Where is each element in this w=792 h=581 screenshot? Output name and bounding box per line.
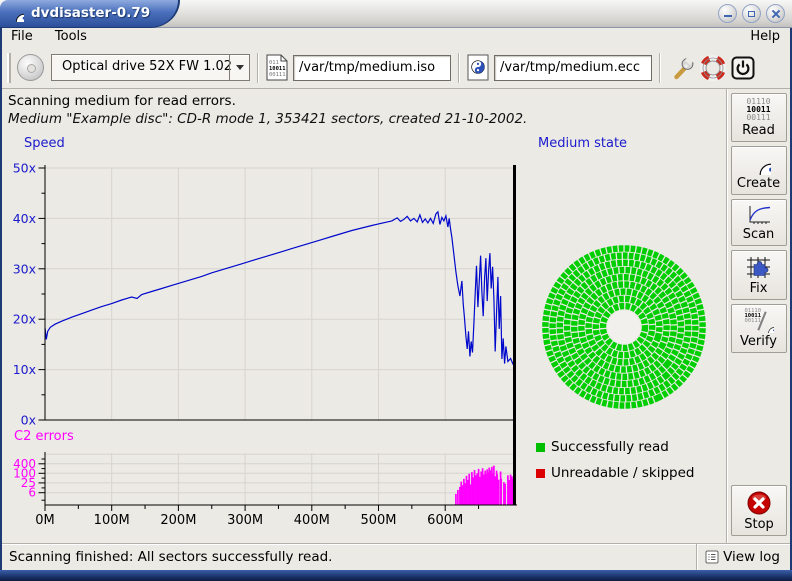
iso-path-input[interactable]	[293, 55, 451, 81]
menu-tools[interactable]: Tools	[46, 28, 96, 45]
minimize-icon	[724, 15, 732, 17]
toolbar-separator	[659, 53, 661, 83]
scan-chart-icon	[745, 204, 772, 226]
medium-state-title: Medium state	[538, 136, 627, 151]
svg-text:400M: 400M	[294, 513, 330, 528]
stop-icon	[746, 490, 772, 516]
stop-button-label: Stop	[744, 517, 774, 532]
scan-button-label: Scan	[743, 227, 775, 242]
toolbar-separator	[257, 53, 259, 83]
preferences-button[interactable]	[668, 53, 698, 83]
svg-text:500M: 500M	[360, 513, 396, 528]
window-border-left	[0, 28, 2, 581]
svg-text:400: 400	[13, 457, 36, 471]
toolbar-separator	[458, 53, 460, 83]
iso-image-icon: 011 10011 00111	[266, 54, 288, 81]
app-yinyang-icon	[7, 5, 24, 22]
stop-button[interactable]: Stop	[731, 485, 787, 536]
statusbar: Scanning finished: All sectors successfu…	[2, 543, 790, 570]
help-button[interactable]	[698, 53, 728, 83]
read-button-label: Read	[742, 123, 775, 138]
log-icon	[705, 550, 719, 564]
lifebelt-icon	[700, 55, 726, 81]
verify-button[interactable]: 011101001100111 Verify	[731, 304, 787, 353]
legend-swatch-green	[536, 443, 545, 452]
svg-text:300M: 300M	[227, 513, 263, 528]
drive-selector-value: Optical drive 52X FW 1.02	[52, 55, 229, 80]
status-line-1: Scanning medium for read errors.	[8, 93, 236, 109]
svg-text:00111: 00111	[269, 72, 286, 78]
view-log-label: View log	[723, 549, 780, 565]
medium-state-disc	[539, 242, 709, 412]
menubar: File Tools Help	[2, 28, 790, 47]
speed-chart-title: Speed	[24, 136, 65, 151]
status-line-2: Medium "Example disc": CD-R mode 1, 3534…	[8, 111, 527, 127]
svg-text:40x: 40x	[13, 211, 36, 226]
legend-item-unreadable: Unreadable / skipped	[536, 465, 694, 481]
svg-text:20x: 20x	[13, 312, 36, 327]
speed-and-c2-chart: 0x10x20x30x40x50x6251004000M100M200M300M…	[0, 150, 530, 542]
chevron-down-icon[interactable]	[229, 55, 249, 80]
yinyang-icon	[747, 151, 771, 175]
wrench-icon	[671, 56, 695, 80]
toolbar-grip[interactable]	[7, 53, 11, 83]
legend-label: Unreadable / skipped	[551, 465, 694, 481]
view-log-button[interactable]: View log	[696, 544, 790, 570]
fix-button[interactable]: Fix	[731, 250, 787, 300]
menu-file[interactable]: File	[2, 28, 42, 45]
ecc-path-input[interactable]	[494, 55, 652, 81]
legend-item-read: Successfully read	[536, 439, 669, 455]
quit-button[interactable]	[728, 53, 758, 83]
titlebar-tab: dvdisaster-0.79	[0, 0, 180, 28]
fix-button-label: Fix	[750, 281, 768, 296]
maximize-icon	[748, 11, 755, 17]
action-sidebar: 011101001100111 Read Create Scan Fix	[726, 89, 790, 543]
power-icon	[731, 56, 755, 80]
minimize-button[interactable]	[718, 4, 737, 23]
window-title: dvdisaster-0.79	[31, 5, 150, 21]
verify-button-label: Verify	[740, 334, 777, 349]
drive-selector[interactable]: Optical drive 52X FW 1.02	[51, 54, 250, 81]
create-button-label: Create	[737, 176, 780, 191]
app-window: dvdisaster-0.79 File Tools Help Optical …	[0, 0, 792, 581]
close-button[interactable]	[766, 4, 785, 23]
legend-swatch-red	[536, 469, 545, 478]
svg-text:200M: 200M	[160, 513, 196, 528]
svg-text:0x: 0x	[21, 413, 36, 428]
cd-drive-icon	[17, 54, 44, 81]
statusbar-message: Scanning finished: All sectors successfu…	[2, 549, 696, 565]
svg-text:0M: 0M	[35, 513, 55, 528]
binary-read-icon: 011101001100111	[746, 98, 770, 122]
legend-label: Successfully read	[551, 439, 669, 455]
verify-icon: 011101001100111	[744, 309, 774, 333]
titlebar: dvdisaster-0.79	[0, 0, 792, 28]
toolbar: Optical drive 52X FW 1.02 011 10011 0011…	[2, 47, 790, 89]
svg-text:100M: 100M	[94, 513, 130, 528]
svg-text:10x: 10x	[13, 362, 36, 377]
svg-text:600M: 600M	[427, 513, 463, 528]
menu-help[interactable]: Help	[746, 29, 784, 44]
read-button[interactable]: 011101001100111 Read	[731, 93, 787, 142]
window-border-bottom	[0, 570, 792, 581]
svg-text:50x: 50x	[13, 161, 36, 176]
ecc-file-icon	[467, 54, 489, 81]
close-icon	[771, 9, 781, 19]
maximize-button[interactable]	[742, 4, 761, 23]
puzzle-icon	[745, 255, 772, 280]
scan-button[interactable]: Scan	[731, 199, 787, 246]
svg-text:30x: 30x	[13, 261, 36, 276]
create-button[interactable]: Create	[731, 146, 787, 195]
